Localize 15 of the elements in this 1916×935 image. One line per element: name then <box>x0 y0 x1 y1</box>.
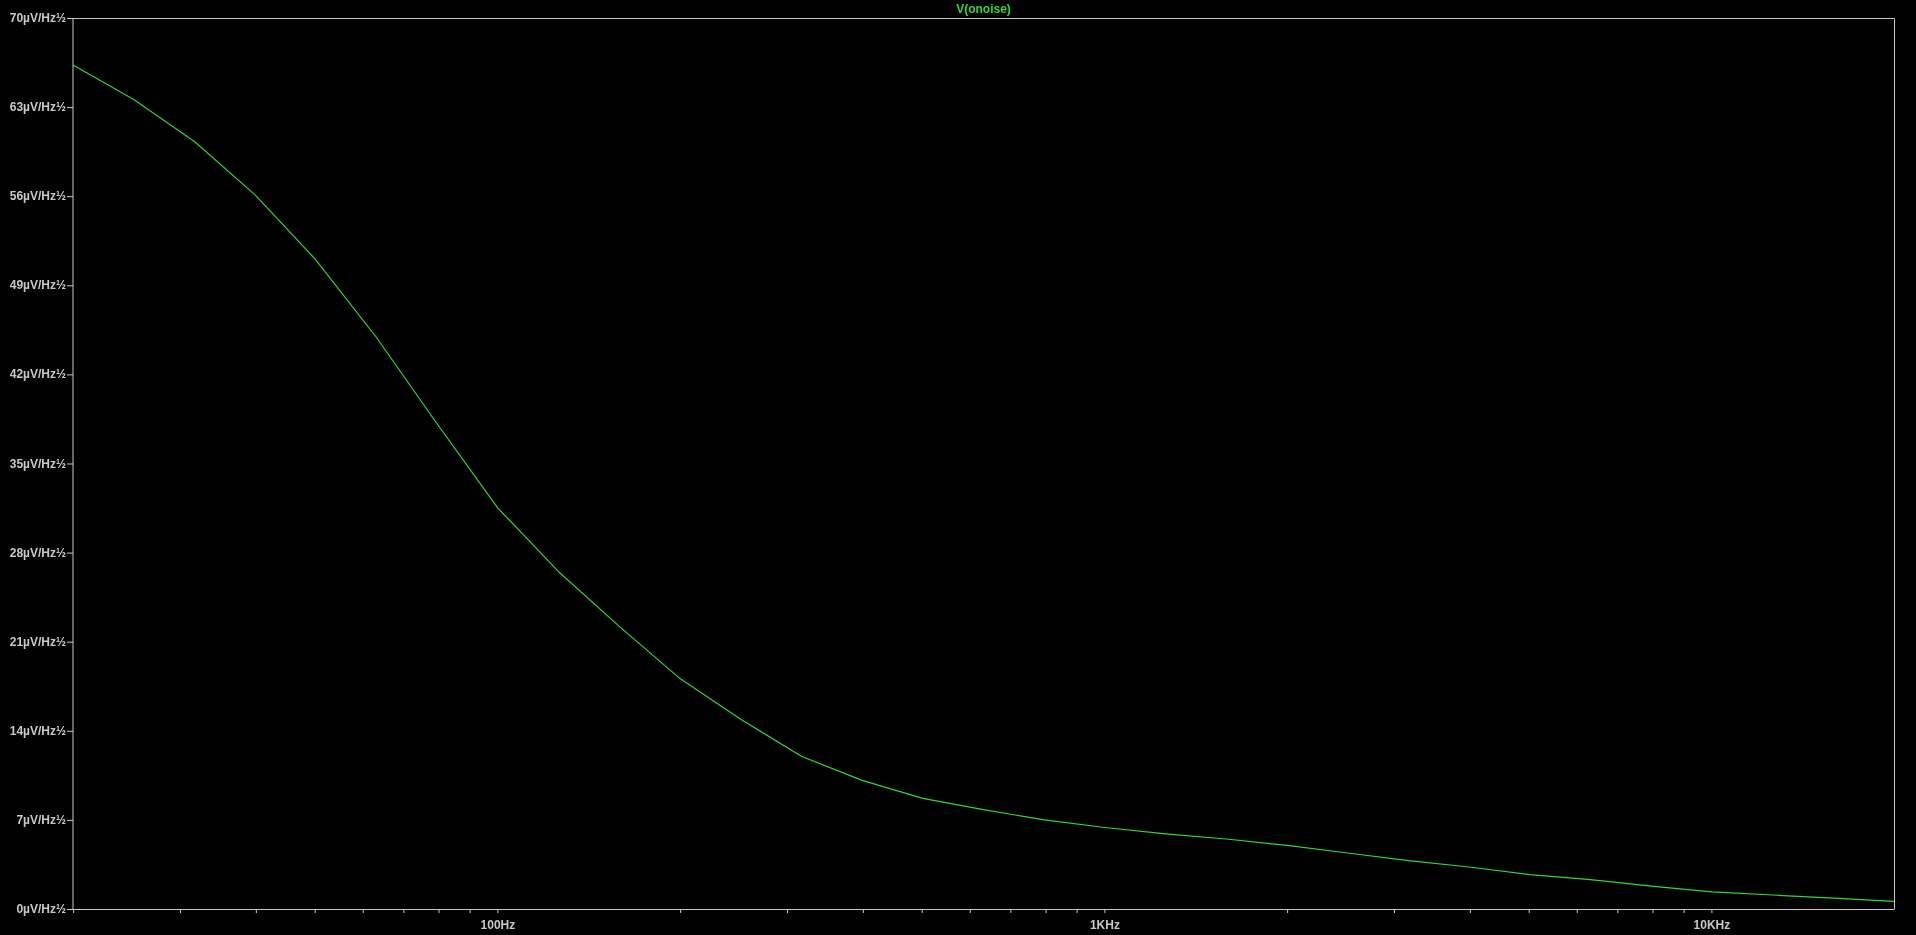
y-tick-label: 42µV/Hz½ <box>9 367 66 382</box>
y-tick-label: 35µV/Hz½ <box>9 456 66 471</box>
y-tick-label: 56µV/Hz½ <box>9 189 66 204</box>
y-tick-label: 70µV/Hz½ <box>9 11 66 25</box>
y-tick-label: 49µV/Hz½ <box>9 278 66 293</box>
trace-name: V(onoise) <box>956 2 1011 16</box>
y-tick-label: 21µV/Hz½ <box>9 634 66 649</box>
y-tick-label: 28µV/Hz½ <box>9 545 66 560</box>
y-tick-label: 0µV/Hz½ <box>16 902 66 916</box>
y-tick-label: 7µV/Hz½ <box>16 812 66 827</box>
x-tick-label: 1KHz <box>1089 918 1120 932</box>
x-tick-label: 100Hz <box>480 918 516 932</box>
y-tick-label: 63µV/Hz½ <box>9 100 66 115</box>
y-tick-label: 14µV/Hz½ <box>9 723 66 738</box>
x-tick-label: 10KHz <box>1693 918 1731 932</box>
